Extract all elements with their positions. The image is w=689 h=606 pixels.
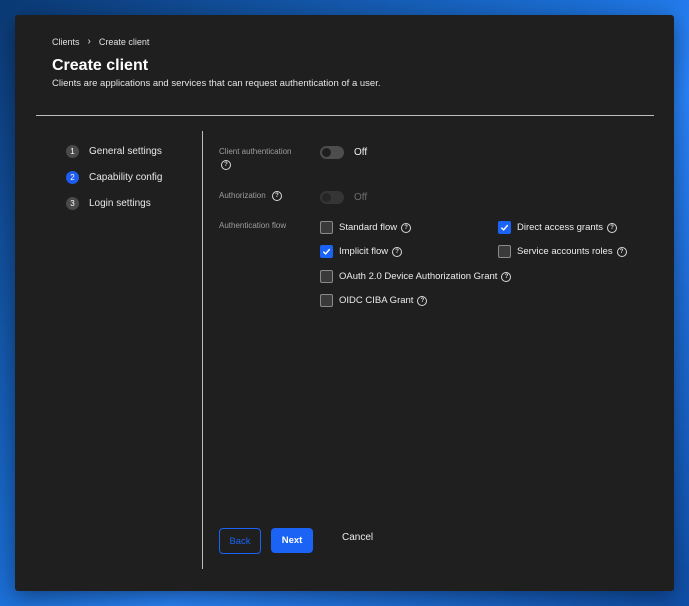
next-button[interactable]: Next bbox=[271, 528, 313, 553]
step-label: Capability config bbox=[89, 172, 163, 183]
breadcrumb-chevron-icon: › bbox=[87, 36, 91, 47]
help-icon[interactable]: ? bbox=[417, 295, 428, 306]
toggle-knob bbox=[322, 148, 331, 157]
wizard-nav-divider bbox=[202, 131, 203, 569]
create-client-window: Clients › Create client Create client Cl… bbox=[15, 15, 674, 591]
breadcrumb: Clients › Create client bbox=[52, 36, 149, 47]
help-icon[interactable]: ? bbox=[271, 191, 282, 201]
checkbox-box[interactable] bbox=[498, 221, 511, 234]
authorization-toggle bbox=[320, 191, 344, 204]
client-authentication-value: Off bbox=[354, 147, 368, 158]
oidc-ciba-grant-checkbox[interactable]: OIDC CIBA Grant ? bbox=[320, 294, 428, 307]
step-label: General settings bbox=[89, 146, 162, 157]
checkbox-box[interactable] bbox=[320, 245, 333, 258]
checkbox-box[interactable] bbox=[320, 294, 333, 307]
page-subtitle: Clients are applications and services th… bbox=[52, 78, 381, 89]
step-number: 2 bbox=[66, 171, 79, 184]
implicit-flow-checkbox[interactable]: Implicit flow ? bbox=[320, 245, 403, 258]
step-number: 3 bbox=[66, 197, 79, 210]
client-authentication-label-text: Client authentication bbox=[219, 147, 292, 156]
help-icon[interactable]: ? bbox=[616, 246, 627, 257]
checkbox-box[interactable] bbox=[320, 270, 333, 283]
step-general-settings[interactable]: 1 General settings bbox=[66, 145, 162, 158]
service-accounts-roles-checkbox[interactable]: Service accounts roles ? bbox=[498, 245, 627, 258]
checkbox-label: OIDC CIBA Grant bbox=[339, 295, 414, 306]
header-divider bbox=[36, 115, 654, 116]
checkbox-label: Service accounts roles bbox=[517, 246, 613, 257]
client-authentication-label: Client authentication ? bbox=[219, 147, 292, 170]
authentication-flow-label: Authentication flow bbox=[219, 221, 287, 230]
oauth-device-authorization-grant-checkbox[interactable]: OAuth 2.0 Device Authorization Grant ? bbox=[320, 270, 512, 283]
toggle-knob bbox=[322, 193, 331, 202]
back-button[interactable]: Back bbox=[219, 528, 261, 554]
checkmark-icon bbox=[500, 224, 509, 231]
checkbox-box[interactable] bbox=[320, 221, 333, 234]
help-icon[interactable]: ? bbox=[392, 246, 403, 257]
step-number: 1 bbox=[66, 145, 79, 158]
wizard-steps: 1 General settings 2 Capability config 3… bbox=[66, 145, 162, 223]
step-capability-config[interactable]: 2 Capability config bbox=[66, 171, 162, 184]
breadcrumb-current: Create client bbox=[98, 36, 150, 47]
authorization-label-text: Authorization bbox=[219, 191, 266, 201]
help-icon[interactable]: ? bbox=[401, 222, 412, 233]
help-icon[interactable]: ? bbox=[501, 271, 512, 282]
standard-flow-checkbox[interactable]: Standard flow ? bbox=[320, 221, 412, 234]
authorization-label: Authorization ? bbox=[219, 191, 282, 201]
breadcrumb-clients-link[interactable]: Clients bbox=[52, 37, 80, 47]
checkbox-label: OAuth 2.0 Device Authorization Grant bbox=[339, 271, 498, 282]
checkbox-label: Standard flow bbox=[339, 222, 398, 233]
checkbox-label: Direct access grants bbox=[517, 222, 604, 233]
checkbox-label: Implicit flow bbox=[339, 246, 389, 257]
page-title: Create client bbox=[52, 57, 149, 74]
help-icon[interactable]: ? bbox=[221, 160, 231, 170]
authorization-value: Off bbox=[354, 192, 368, 203]
step-login-settings[interactable]: 3 Login settings bbox=[66, 197, 162, 210]
checkmark-icon bbox=[322, 248, 331, 255]
direct-access-grants-checkbox[interactable]: Direct access grants ? bbox=[498, 221, 618, 234]
step-label: Login settings bbox=[89, 198, 151, 209]
client-authentication-toggle[interactable] bbox=[320, 146, 344, 159]
help-icon[interactable]: ? bbox=[607, 222, 618, 233]
checkbox-box[interactable] bbox=[498, 245, 511, 258]
cancel-button[interactable]: Cancel bbox=[342, 532, 373, 543]
